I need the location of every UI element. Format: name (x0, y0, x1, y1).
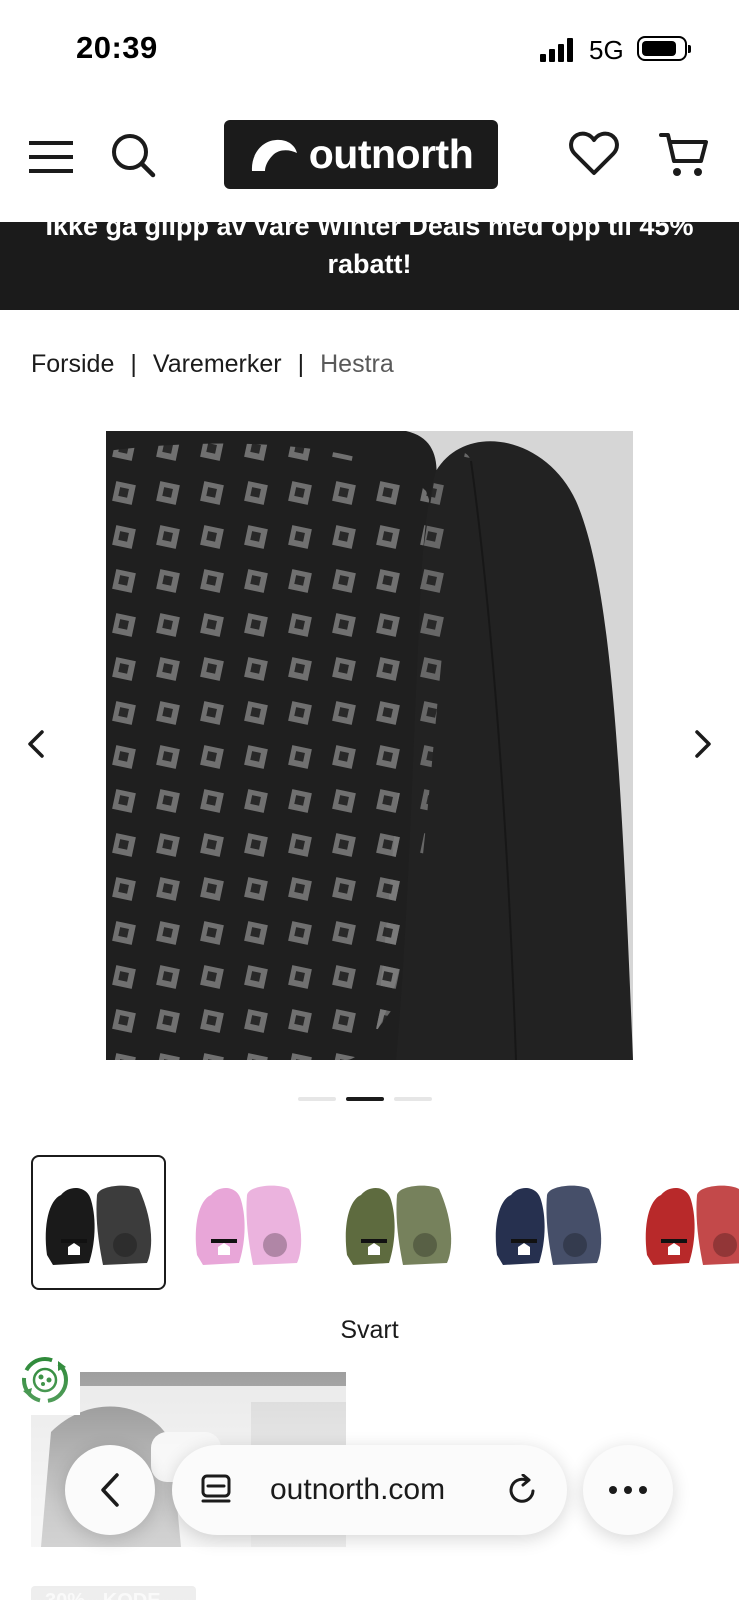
cart-button[interactable] (659, 128, 709, 180)
mitten-pair-image (645, 1185, 739, 1265)
wishlist-button[interactable] (568, 128, 620, 180)
reload-icon[interactable] (507, 1474, 539, 1506)
variant-thumb-red[interactable] (631, 1155, 739, 1290)
logo-mark-icon (251, 139, 297, 171)
mitten-pair-image (345, 1185, 451, 1265)
search-button[interactable] (108, 130, 158, 180)
chevron-right-icon (695, 730, 711, 758)
status-bar: 20:39 5G (0, 0, 739, 100)
variant-thumb-pink[interactable] (181, 1155, 316, 1290)
mitten-closeup-image (106, 431, 633, 1060)
eco-badge (10, 1345, 80, 1415)
breadcrumb-link-home[interactable]: Forside (31, 350, 114, 379)
breadcrumb-separator: | (297, 350, 305, 378)
browser-url: outnorth.com (270, 1473, 446, 1506)
mitten-pair-image (195, 1185, 301, 1265)
tabs-icon (201, 1474, 231, 1503)
gallery-next-button[interactable] (683, 724, 723, 764)
site-header: outnorth (0, 100, 739, 222)
breadcrumb-current: Hestra (320, 350, 394, 378)
pagination-dot[interactable] (298, 1097, 336, 1101)
pagination-dot[interactable] (346, 1097, 384, 1101)
promo-banner[interactable]: Ikke gå glipp av våre Winter Deals med o… (0, 222, 739, 310)
variant-thumb-navy[interactable] (481, 1155, 616, 1290)
pagination-dot[interactable] (394, 1097, 432, 1101)
breadcrumb-separator: | (130, 350, 137, 378)
browser-more-button[interactable] (583, 1445, 673, 1535)
mitten-pair-image (495, 1185, 601, 1265)
chevron-left-icon (28, 730, 44, 758)
signal-icon (540, 38, 578, 62)
variant-thumb-olive[interactable] (331, 1155, 466, 1290)
cart-icon (659, 133, 708, 176)
browser-back-button[interactable] (65, 1445, 155, 1535)
menu-button[interactable] (28, 134, 74, 180)
recycle-icon (22, 1357, 68, 1403)
promo-text-line1: Ikke gå glipp av våre Winter Deals med o… (45, 222, 694, 241)
status-time: 20:39 (76, 30, 158, 65)
gallery-prev-button[interactable] (16, 724, 56, 764)
gallery-pagination (298, 1097, 432, 1101)
selected-color-label: Svart (340, 1316, 399, 1344)
more-icon (609, 1486, 647, 1494)
network-label: 5G (589, 35, 624, 65)
product-main-image[interactable] (106, 431, 633, 1060)
promo-text-line2: rabatt! (327, 249, 412, 279)
browser-address-bar[interactable]: outnorth.com (172, 1445, 567, 1535)
variant-thumb-black[interactable] (31, 1155, 166, 1290)
sale-badge: 30% - KODE (31, 1586, 196, 1600)
variant-thumbnails (31, 1155, 739, 1290)
heart-icon (569, 131, 619, 175)
breadcrumb-link-brands[interactable]: Varemerker (153, 350, 282, 379)
menu-icon (29, 141, 73, 173)
mitten-pair-image (45, 1185, 151, 1265)
chevron-left-icon (101, 1473, 119, 1507)
logo-text: outnorth (308, 131, 474, 177)
site-logo[interactable]: outnorth (224, 120, 498, 189)
search-icon (112, 134, 156, 178)
battery-icon (637, 36, 691, 61)
breadcrumb: Forside | Varemerker | Hestra (31, 350, 394, 379)
